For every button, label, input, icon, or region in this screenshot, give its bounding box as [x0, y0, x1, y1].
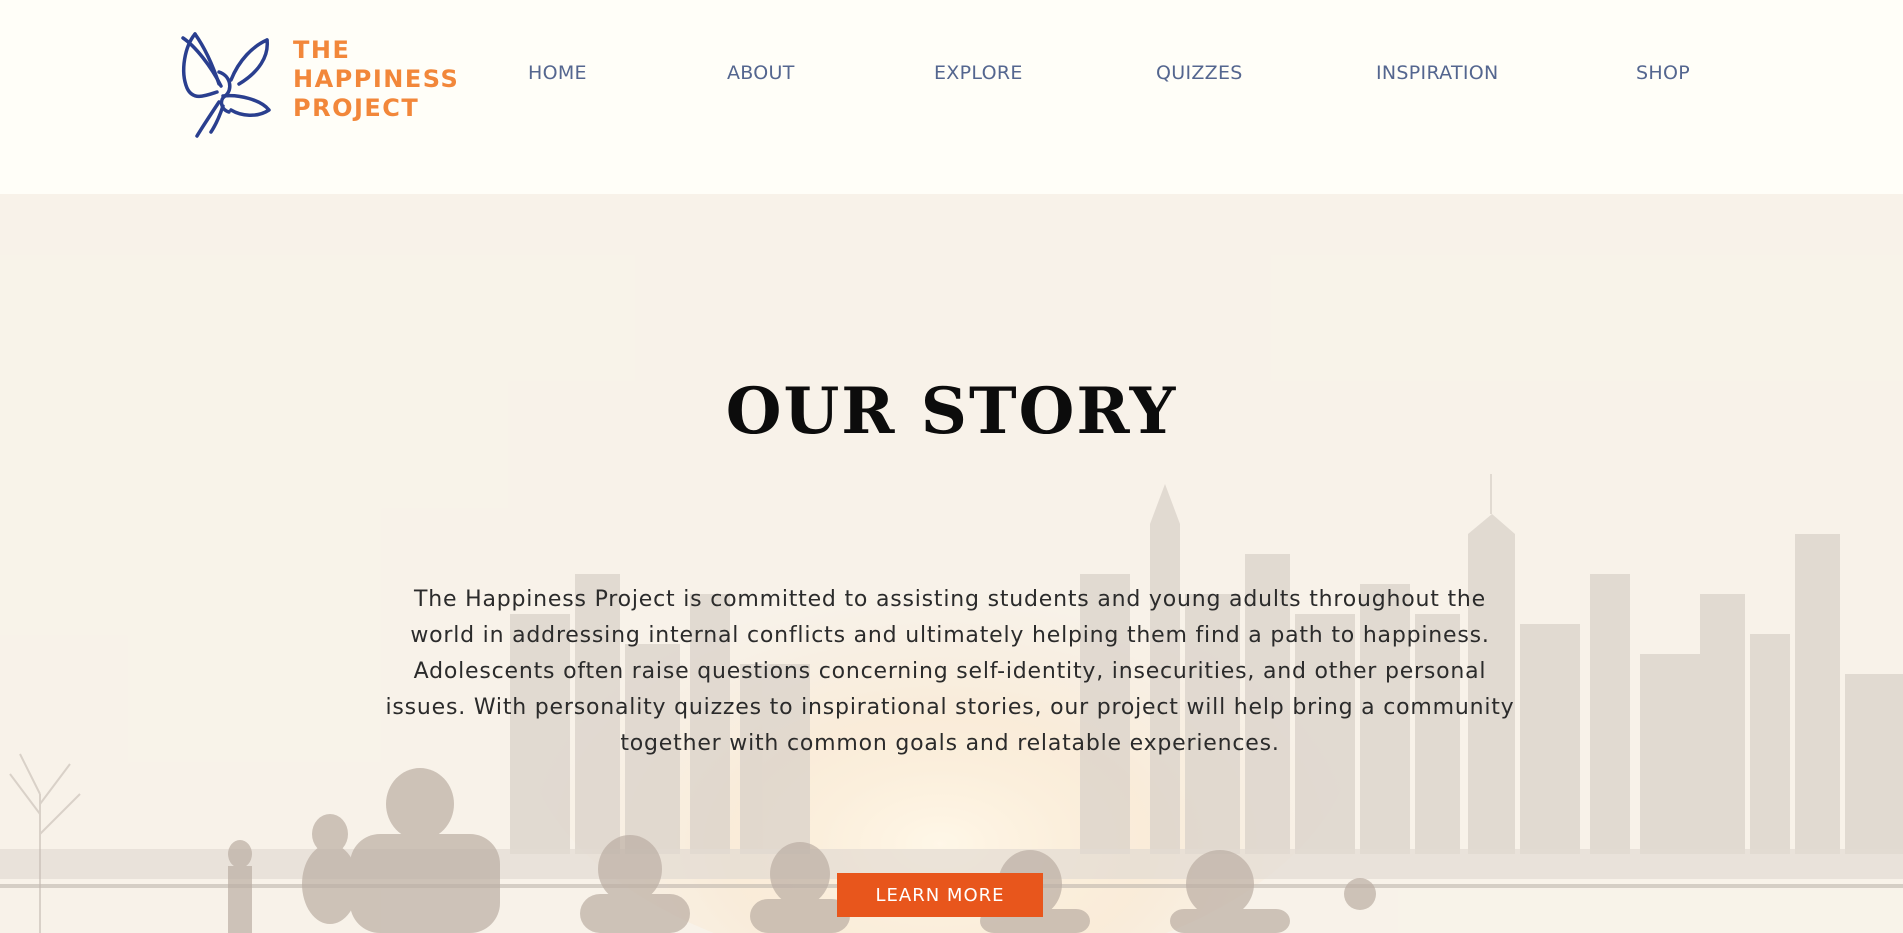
page-title: OUR STORY: [725, 374, 1178, 449]
learn-more-button[interactable]: LEARN MORE: [837, 873, 1043, 917]
main-nav: HOME ABOUT EXPLORE QUIZZES INSPIRATION S…: [0, 62, 1903, 92]
nav-explore[interactable]: EXPLORE: [934, 62, 1023, 84]
nav-home[interactable]: HOME: [528, 62, 587, 84]
nav-about[interactable]: ABOUT: [727, 62, 795, 84]
logo-line-3: PROJECT: [293, 94, 420, 122]
nav-quizzes[interactable]: QUIZZES: [1156, 62, 1243, 84]
hero-overlay: [0, 194, 1903, 933]
logo-line-1: THE: [293, 36, 351, 64]
nav-inspiration[interactable]: INSPIRATION: [1376, 62, 1499, 84]
nav-shop[interactable]: SHOP: [1636, 62, 1690, 84]
story-paragraph: The Happiness Project is committed to as…: [385, 587, 1515, 756]
site-header: THE HAPPINESS PROJECT HOME ABOUT EXPLORE…: [0, 0, 1903, 194]
hero-section: OUR STORY The Happiness Project is commi…: [0, 194, 1903, 933]
